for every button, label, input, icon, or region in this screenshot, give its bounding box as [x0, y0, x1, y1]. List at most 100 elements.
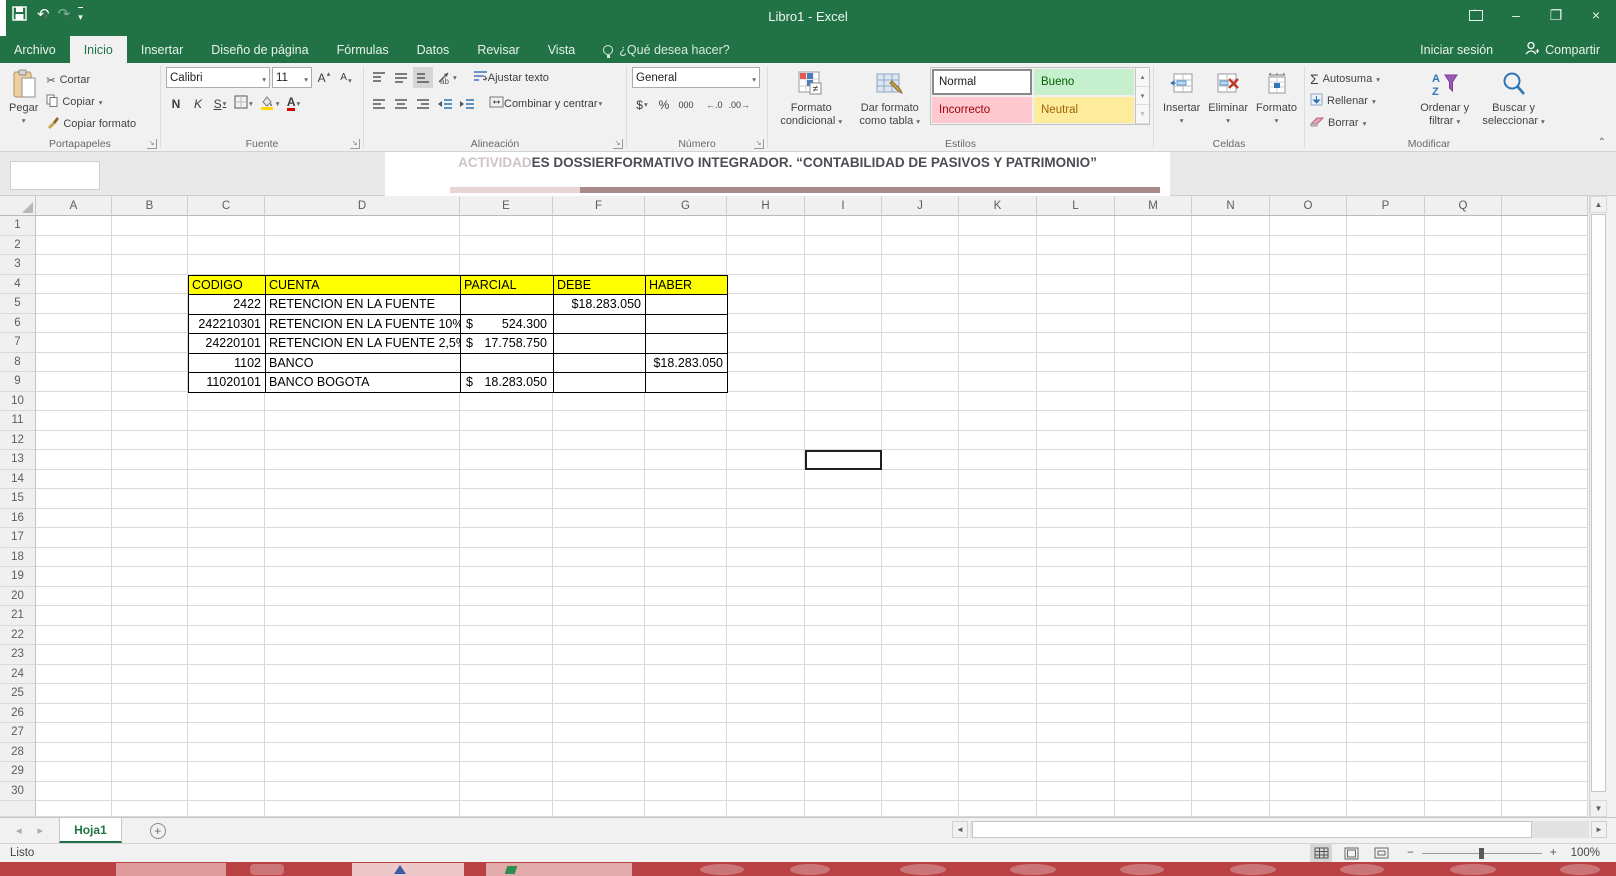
grid-cell[interactable]	[1347, 508, 1425, 528]
style-neutral[interactable]: Neutral	[1033, 96, 1135, 124]
grid-cell[interactable]	[460, 391, 553, 411]
grid-cell[interactable]	[1270, 664, 1347, 684]
tab-archivo[interactable]: Archivo	[0, 36, 70, 63]
align-middle-icon[interactable]	[391, 67, 411, 88]
grid-cell[interactable]	[460, 255, 553, 275]
grid-cell[interactable]	[1270, 352, 1347, 372]
grid-cell[interactable]	[1425, 723, 1502, 743]
column-header[interactable]: Q	[1425, 196, 1502, 215]
row-header[interactable]: 13	[0, 450, 36, 470]
grid-cell[interactable]	[188, 450, 265, 470]
grid-cell[interactable]	[959, 352, 1037, 372]
grid-cell[interactable]	[36, 391, 112, 411]
grid-cell[interactable]	[1270, 547, 1347, 567]
column-header[interactable]: D	[265, 196, 460, 215]
grid-cell[interactable]	[1037, 625, 1115, 645]
grid-cell[interactable]	[645, 469, 727, 489]
grid-cell[interactable]	[1192, 372, 1270, 392]
align-right-icon[interactable]	[413, 93, 433, 114]
grid-cell[interactable]	[553, 567, 645, 587]
normal-view-icon[interactable]	[1310, 843, 1333, 863]
grid-cell[interactable]	[1502, 313, 1588, 333]
grid-cell[interactable]	[727, 216, 805, 236]
grid-cell[interactable]	[1115, 723, 1192, 743]
grid-cell[interactable]	[1502, 274, 1588, 294]
grid-cell[interactable]	[265, 489, 460, 509]
grid-cell[interactable]	[460, 489, 553, 509]
grid-cell[interactable]	[1115, 606, 1192, 626]
grid-cell[interactable]	[553, 235, 645, 255]
format-painter-button[interactable]: Copiar formato	[46, 114, 136, 134]
grid-cell[interactable]	[645, 781, 727, 801]
grid-cell[interactable]	[1115, 274, 1192, 294]
grid-cell[interactable]	[265, 216, 460, 236]
grid-cell[interactable]	[112, 489, 188, 509]
grid-cell[interactable]	[1425, 489, 1502, 509]
row-header[interactable]: 7	[0, 333, 36, 353]
grid-cell[interactable]	[1502, 469, 1588, 489]
grid-cell[interactable]	[727, 684, 805, 704]
grid-cell[interactable]	[959, 508, 1037, 528]
grid-cell[interactable]	[1270, 430, 1347, 450]
grid-cell[interactable]	[882, 313, 959, 333]
grid-cell[interactable]	[1502, 372, 1588, 392]
row-header[interactable]: 29	[0, 762, 36, 782]
grid-cell[interactable]	[1270, 781, 1347, 801]
grid-cell[interactable]	[959, 255, 1037, 275]
grid-cell[interactable]	[1270, 333, 1347, 353]
grid-cell[interactable]	[1425, 547, 1502, 567]
grid-cell[interactable]	[727, 801, 805, 817]
grid-cell[interactable]	[36, 489, 112, 509]
grid-cell[interactable]	[460, 508, 553, 528]
grid-cell[interactable]	[959, 664, 1037, 684]
grid-cell[interactable]	[1270, 703, 1347, 723]
grid-cell[interactable]	[1270, 489, 1347, 509]
grid-cell[interactable]	[1347, 547, 1425, 567]
sheet-nav-arrows[interactable]: ◂ ▸	[0, 818, 59, 843]
grid-cell[interactable]	[36, 528, 112, 548]
grid-cell[interactable]	[1192, 684, 1270, 704]
grid-cell[interactable]	[460, 586, 553, 606]
grid-cell[interactable]	[1502, 450, 1588, 470]
grid-cell[interactable]	[265, 547, 460, 567]
grid-cell[interactable]	[112, 801, 188, 817]
grid-cell[interactable]	[460, 606, 553, 626]
grid-cell[interactable]	[265, 469, 460, 489]
grid-cell[interactable]	[882, 235, 959, 255]
grid-cell[interactable]	[36, 703, 112, 723]
grid-cell[interactable]	[188, 411, 265, 431]
grid-cell[interactable]	[112, 391, 188, 411]
row-header[interactable]: 1	[0, 216, 36, 236]
grid-cell[interactable]	[1037, 528, 1115, 548]
grid-cell[interactable]	[1425, 411, 1502, 431]
grid-cell[interactable]	[1270, 216, 1347, 236]
row-header[interactable]: 20	[0, 586, 36, 606]
grid-cell[interactable]	[1115, 528, 1192, 548]
ribbon-display-options-icon[interactable]	[1456, 0, 1496, 30]
font-size-select[interactable]: 11 ▾	[272, 67, 312, 88]
grid-cell[interactable]	[1192, 723, 1270, 743]
percent-format-button[interactable]: %	[654, 94, 674, 115]
grid-cell[interactable]	[805, 684, 882, 704]
grid-cell[interactable]	[265, 625, 460, 645]
grid-cell[interactable]	[1502, 547, 1588, 567]
grid-cell[interactable]	[1192, 255, 1270, 275]
grid-cell[interactable]	[1425, 625, 1502, 645]
grid-cell[interactable]	[959, 586, 1037, 606]
grid-cell[interactable]	[188, 645, 265, 665]
grid-cell[interactable]	[1347, 606, 1425, 626]
grid-cell[interactable]	[36, 547, 112, 567]
grid-cell[interactable]	[1115, 352, 1192, 372]
grid-cell[interactable]	[188, 216, 265, 236]
grid-cell[interactable]	[553, 781, 645, 801]
grid-cell[interactable]	[1347, 762, 1425, 782]
grid-cell[interactable]	[188, 469, 265, 489]
grid-cell[interactable]	[805, 801, 882, 817]
grid-cell[interactable]	[112, 372, 188, 392]
grid-cell[interactable]	[265, 645, 460, 665]
grid-cell[interactable]	[188, 547, 265, 567]
grid-cell[interactable]	[882, 801, 959, 817]
grid-cell[interactable]	[1347, 586, 1425, 606]
column-header[interactable]: H	[727, 196, 805, 215]
grid-cell[interactable]	[188, 762, 265, 782]
